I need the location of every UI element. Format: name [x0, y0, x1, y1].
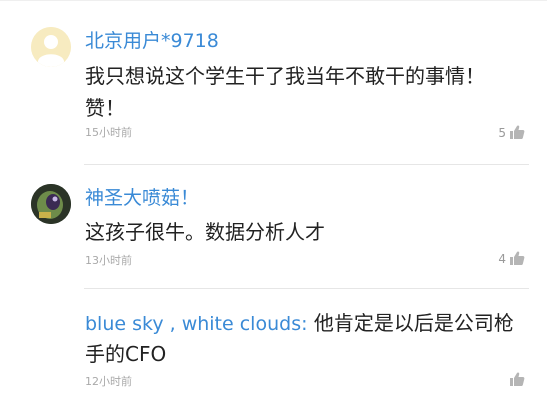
comment-divider	[84, 164, 529, 165]
user-avatar-svg	[31, 184, 71, 224]
username-link[interactable]: 北京用户*9718	[85, 29, 219, 53]
comment-list: 北京用户*9718 我只想说这个学生干了我当年不敢干的事情！ 赞！ 15小时前 …	[0, 0, 547, 403]
comment-timestamp: 13小时前	[85, 254, 132, 267]
default-avatar-icon[interactable]	[31, 27, 71, 67]
thumbs-up-icon	[510, 251, 525, 265]
comment-text-line-1: 我只想说这个学生干了我当年不敢干的事情！	[85, 64, 485, 88]
thumbs-up-icon	[510, 372, 525, 386]
like-count: 5	[498, 126, 506, 140]
user-avatar-art[interactable]	[31, 184, 71, 224]
like-button[interactable]	[506, 371, 525, 387]
comment-timestamp: 15小时前	[85, 126, 132, 139]
like-count: 4	[498, 252, 506, 266]
comment-text-line-2: 赞！	[85, 96, 125, 120]
like-button[interactable]: 4	[498, 250, 525, 266]
reply-username-link[interactable]: blue sky , white clouds:	[85, 313, 308, 335]
comment-text-line-1: 这孩子很牛。数据分析人才	[85, 220, 325, 244]
default-avatar-svg	[31, 27, 71, 67]
username-link[interactable]: 神圣大喷菇！	[85, 186, 199, 210]
reply-text: 他肯定是以后是公司枪	[307, 311, 514, 335]
reply-text-line-1: blue sky , white clouds: 他肯定是以后是公司枪	[85, 307, 514, 341]
thumbs-up-icon	[510, 125, 525, 139]
comment-item-1: 北京用户*9718 我只想说这个学生干了我当年不敢干的事情！ 赞！ 15小时前 …	[0, 0, 547, 165]
comment-timestamp: 12小时前	[85, 375, 132, 388]
like-button[interactable]: 5	[498, 124, 525, 140]
reply-text-line-2: 手的CFO	[85, 342, 167, 366]
